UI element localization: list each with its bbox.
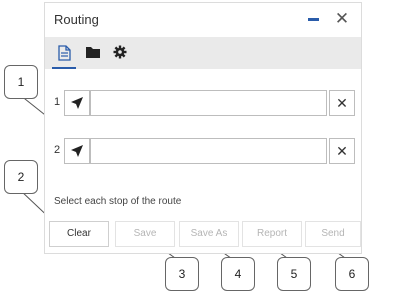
save-as-button[interactable]: Save As bbox=[179, 221, 239, 247]
title-bar: Routing ✕ bbox=[45, 3, 361, 37]
save-button[interactable]: Save bbox=[115, 221, 175, 247]
locate-stop-button[interactable] bbox=[64, 138, 90, 164]
stop-input[interactable] bbox=[90, 138, 327, 164]
toolbar bbox=[45, 37, 361, 69]
callout-3: 3 bbox=[165, 257, 199, 291]
tab-directions[interactable] bbox=[50, 37, 78, 69]
close-button[interactable]: ✕ bbox=[333, 10, 351, 28]
tab-settings[interactable] bbox=[106, 37, 134, 69]
navigation-arrow-icon bbox=[71, 97, 83, 109]
folder-icon bbox=[86, 47, 100, 58]
document-icon bbox=[58, 45, 71, 61]
callout-6: 6 bbox=[335, 257, 369, 291]
panel-title: Routing bbox=[54, 12, 99, 27]
stop-number: 1 bbox=[54, 96, 61, 108]
stop-row-1: 1 ✕ bbox=[45, 90, 361, 118]
clear-stop-button[interactable]: ✕ bbox=[329, 138, 355, 164]
clear-button[interactable]: Clear bbox=[49, 221, 109, 247]
stop-input[interactable] bbox=[90, 90, 327, 116]
callout-2: 2 bbox=[4, 160, 38, 194]
send-button[interactable]: Send bbox=[305, 221, 361, 247]
report-button[interactable]: Report bbox=[242, 221, 302, 247]
stop-number: 2 bbox=[54, 144, 61, 156]
route-hint: Select each stop of the route bbox=[54, 196, 182, 207]
callout-5: 5 bbox=[277, 257, 311, 291]
callout-1: 1 bbox=[4, 65, 38, 99]
minimize-button[interactable] bbox=[308, 18, 319, 21]
locate-stop-button[interactable] bbox=[64, 90, 90, 116]
callout-4: 4 bbox=[221, 257, 255, 291]
stop-row-2: 2 ✕ bbox=[45, 138, 361, 166]
routing-panel: Routing ✕ 1 ✕ 2 ✕ Select each stop of th… bbox=[44, 2, 362, 254]
clear-stop-button[interactable]: ✕ bbox=[329, 90, 355, 116]
navigation-arrow-icon bbox=[71, 145, 83, 157]
gear-icon bbox=[113, 45, 127, 59]
tab-saved-routes[interactable] bbox=[78, 37, 106, 69]
